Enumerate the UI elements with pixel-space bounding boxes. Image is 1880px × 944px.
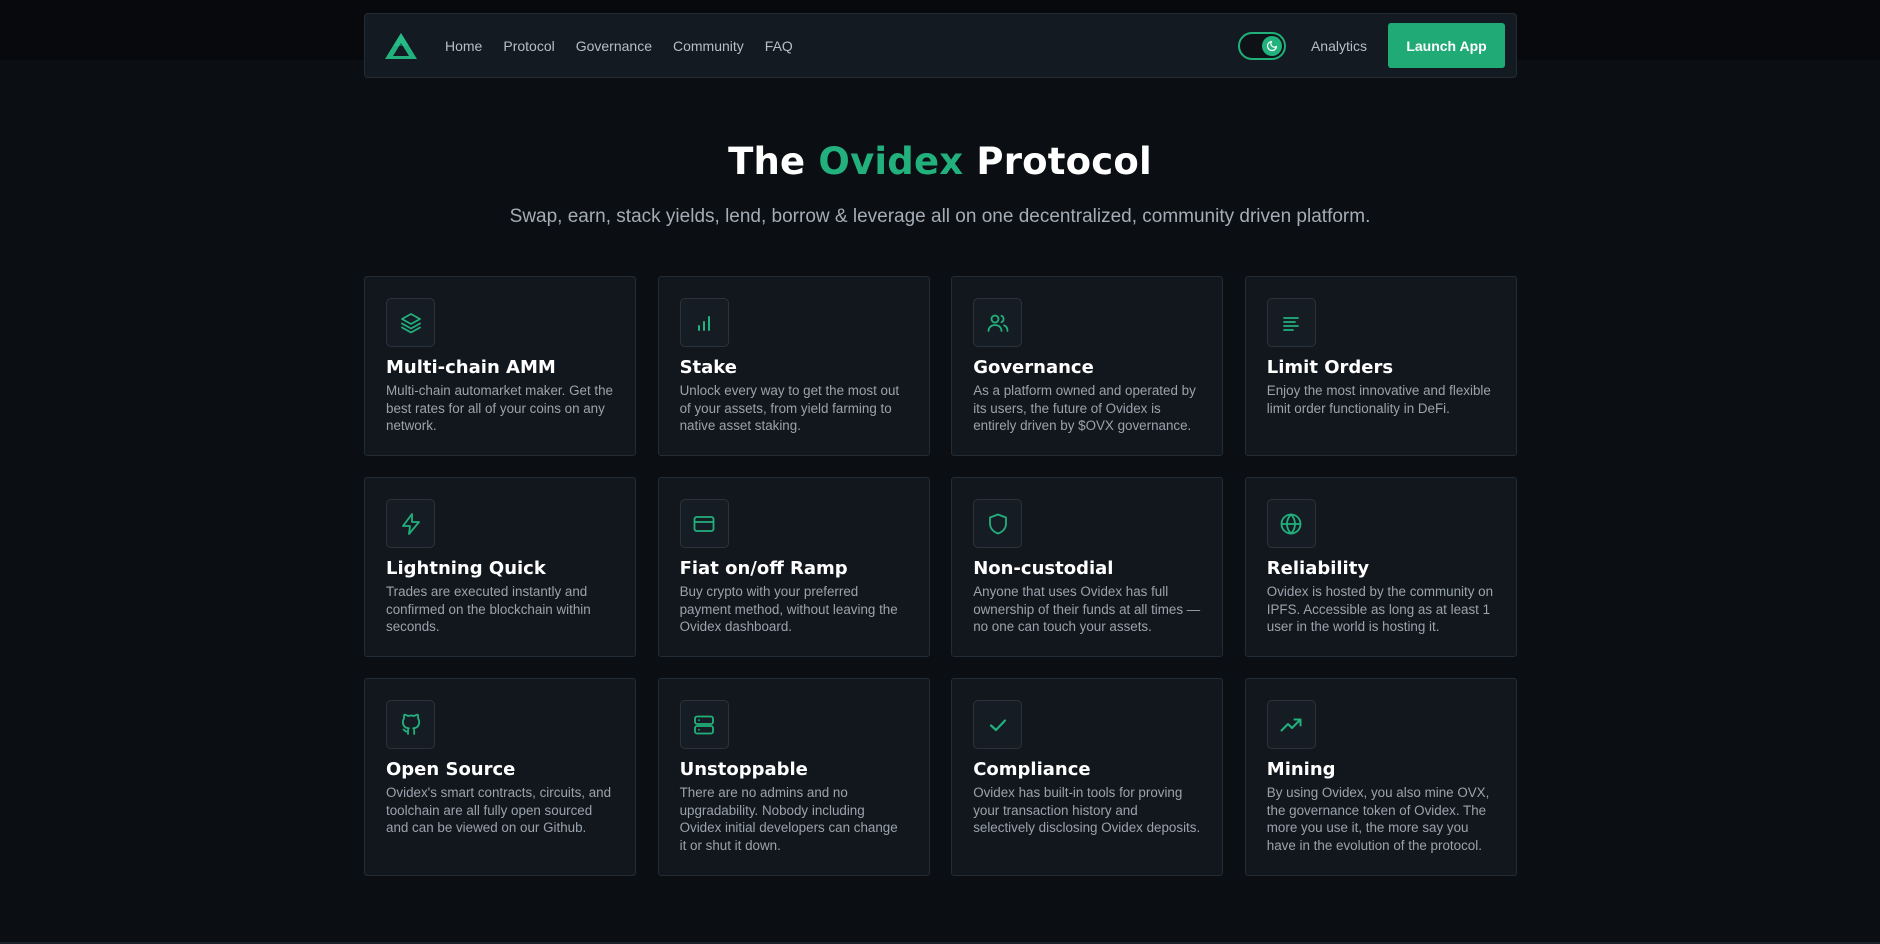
feature-desc: Anyone that uses Ovidex has full ownersh… — [973, 584, 1201, 634]
credit-card-icon — [679, 499, 729, 548]
nav-right: Analytics Launch App — [1237, 23, 1505, 68]
feature-title: Stake — [679, 357, 738, 378]
feature-desc: There are no admins and no upgradability… — [679, 785, 898, 853]
feature-desc: Multi-chain automarket maker. Get the be… — [386, 383, 613, 433]
feature-desc: Ovidex has built-in tools for proving yo… — [973, 785, 1201, 835]
title-accent: Ovidex — [818, 140, 964, 183]
launch-app-button[interactable]: Launch App — [1388, 23, 1505, 68]
logo-icon[interactable] — [384, 32, 418, 60]
feature-card: Multi-chain AMM Multi-chain automarket m… — [364, 276, 636, 456]
title-prefix: The — [728, 140, 819, 183]
feature-title: Limit Orders — [1266, 357, 1394, 378]
shield-icon — [973, 499, 1023, 548]
nav-link-faq[interactable]: FAQ — [765, 38, 793, 54]
navbar: Home Protocol Governance Community FAQ A… — [364, 13, 1517, 78]
feature-desc: As a platform owned and operated by its … — [973, 383, 1196, 433]
feature-title: Unstoppable — [679, 759, 808, 780]
feature-card: Limit Orders Enjoy the most innovative a… — [1244, 276, 1517, 456]
theme-toggle[interactable] — [1237, 31, 1286, 60]
page-title: The Ovidex Protocol — [0, 140, 1880, 183]
nav-link-protocol[interactable]: Protocol — [503, 38, 554, 54]
bar-chart-icon — [679, 298, 729, 347]
feature-title: Reliability — [1266, 558, 1370, 579]
feature-title: Lightning Quick — [386, 558, 546, 579]
feature-card: Reliability Ovidex is hosted by the comm… — [1244, 477, 1517, 657]
feature-title: Open Source — [386, 759, 516, 780]
feature-title: Compliance — [973, 759, 1091, 780]
nav-link-governance[interactable]: Governance — [576, 38, 652, 54]
feature-card: Open Source Ovidex's smart contracts, ci… — [364, 678, 636, 876]
moon-icon — [1261, 35, 1282, 56]
page-subtitle: Swap, earn, stack yields, lend, borrow &… — [509, 206, 1371, 227]
feature-desc: Unlock every way to get the most out of … — [679, 383, 900, 433]
feature-title: Governance — [973, 357, 1094, 378]
check-icon — [973, 700, 1023, 749]
feature-card: Fiat on/off Ramp Buy crypto with your pr… — [657, 477, 930, 657]
feature-desc: By using Ovidex, you also mine OVX, the … — [1266, 785, 1490, 853]
feature-card: Non-custodial Anyone that uses Ovidex ha… — [951, 477, 1224, 657]
feature-card: Stake Unlock every way to get the most o… — [657, 276, 930, 456]
features-grid: Multi-chain AMM Multi-chain automarket m… — [364, 276, 1517, 876]
nav-link-home[interactable]: Home — [445, 38, 482, 54]
feature-desc: Buy crypto with your preferred payment m… — [679, 584, 898, 634]
feature-title: Non-custodial — [973, 558, 1114, 579]
nav-link-analytics[interactable]: Analytics — [1311, 38, 1367, 54]
feature-desc: Trades are executed instantly and confir… — [386, 584, 591, 634]
feature-card: Governance As a platform owned and opera… — [951, 276, 1224, 456]
align-left-icon — [1266, 298, 1316, 347]
github-icon — [386, 700, 435, 749]
feature-title: Fiat on/off Ramp — [679, 558, 848, 579]
users-icon — [973, 298, 1023, 347]
feature-card: Mining By using Ovidex, you also mine OV… — [1244, 678, 1517, 876]
globe-icon — [1266, 499, 1316, 548]
lightning-icon — [386, 499, 435, 548]
trending-up-icon — [1266, 700, 1316, 749]
feature-desc: Ovidex is hosted by the community on IPF… — [1266, 584, 1494, 634]
feature-title: Multi-chain AMM — [386, 357, 556, 378]
feature-card: Compliance Ovidex has built-in tools for… — [951, 678, 1224, 876]
layers-icon — [386, 298, 435, 347]
nav-links: Home Protocol Governance Community FAQ — [445, 38, 814, 54]
feature-desc: Enjoy the most innovative and flexible l… — [1266, 383, 1491, 416]
title-suffix: Protocol — [963, 140, 1152, 183]
nav-link-community[interactable]: Community — [673, 38, 744, 54]
feature-card: Lightning Quick Trades are executed inst… — [364, 477, 636, 657]
feature-title: Mining — [1266, 759, 1336, 780]
server-icon — [679, 700, 729, 749]
feature-card: Unstoppable There are no admins and no u… — [657, 678, 930, 876]
feature-desc: Ovidex's smart contracts, circuits, and … — [386, 785, 612, 835]
